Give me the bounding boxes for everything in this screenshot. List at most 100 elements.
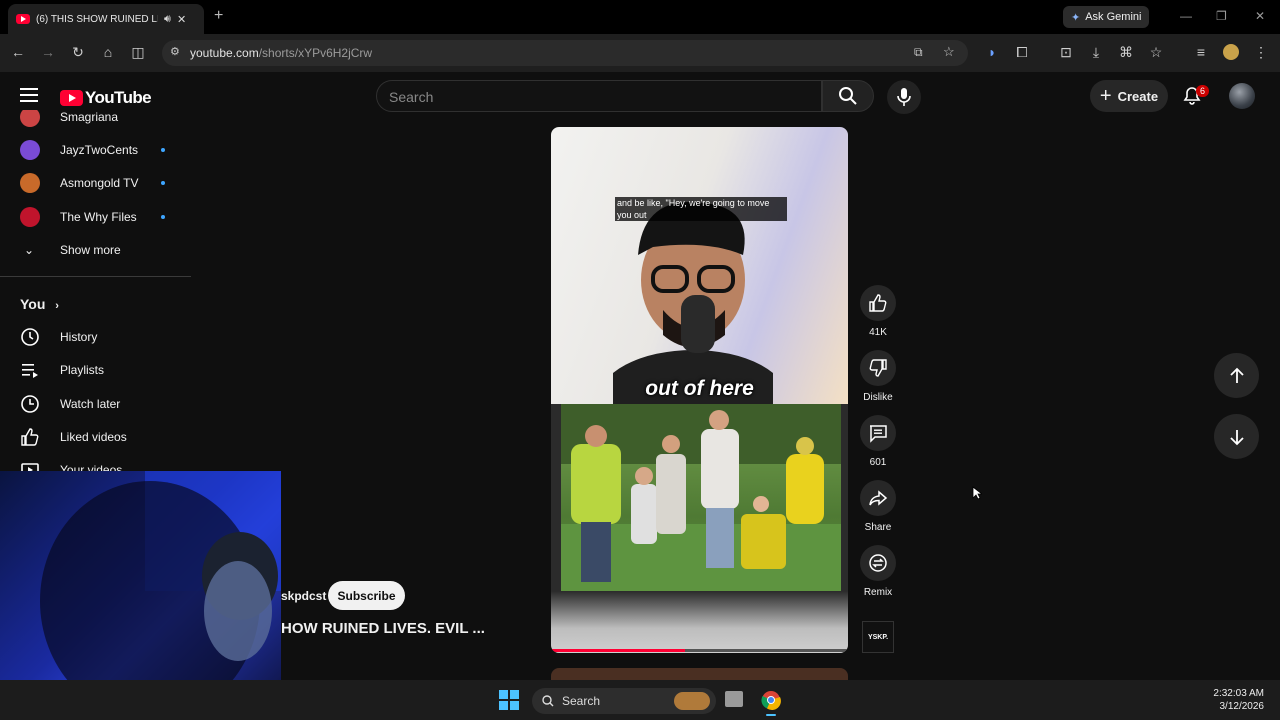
show-more-label: Show more [60,243,121,257]
remix-button[interactable] [860,545,896,581]
show-more-button[interactable]: ⌄ Show more [0,233,191,267]
like-action[interactable]: 41K [860,285,896,338]
clock-date: 3/12/2026 [1219,701,1265,712]
channel-name[interactable]: skpdcst [281,589,326,603]
chevron-right-icon: › [55,300,59,312]
sidebar-item-label: Playlists [60,363,105,377]
minimize-icon[interactable]: — [1180,9,1192,23]
create-button[interactable]: + Create [1090,80,1168,112]
browser-toolbar: ← → ↻ ⌂ ◫ ⚙ youtube.com/shorts/xYPv6H2jC… [0,34,1280,72]
ask-gemini-label: Ask Gemini [1085,11,1142,23]
shorts-video-player[interactable]: and be like, "Hey, we're going to move y… [551,127,848,653]
notification-badge: 6 [1196,85,1210,97]
sidebar-subscription[interactable]: The Why Files [0,200,191,234]
search-button[interactable] [822,80,874,112]
share-arrow-icon [869,490,888,506]
dislike-button[interactable] [860,350,896,386]
close-tab-icon[interactable]: ✕ [177,13,186,26]
browser-menu-icon[interactable]: ⋮ [1251,42,1271,62]
sidebar-subscription[interactable]: Asmongold TV [0,166,191,200]
create-label: Create [1117,88,1159,104]
you-section-header[interactable]: You › [20,296,59,312]
sidebar-item-history[interactable]: History [0,320,191,354]
extensions-puzzle-icon[interactable]: ⧠ [1012,42,1032,62]
browser-tab[interactable]: (6) THIS SHOW RUINED LIV 🔊︎ ✕ [8,4,204,34]
sound-channel-thumbnail[interactable]: YSKP. [862,621,894,653]
sidebar-item-label: History [60,330,98,344]
extension-waves-icon[interactable]: ◗ [982,42,1002,62]
install-app-icon[interactable]: ⧉ [914,45,923,60]
sidebar-item-your-videos[interactable]: Your videos [0,453,191,472]
system-clock[interactable]: 2:32:03 AM 3/12/2026 [1213,687,1264,713]
ask-gemini-button[interactable]: ✦ Ask Gemini [1063,6,1150,28]
profile-avatar-icon[interactable] [1221,42,1241,62]
restore-icon[interactable]: ❐ [1216,9,1227,23]
taskbar-search[interactable]: Search [532,688,716,714]
you-label: You [20,296,46,312]
task-view-icon[interactable] [725,691,743,707]
account-avatar[interactable] [1229,83,1255,109]
search-placeholder: Search [389,89,434,105]
share-button[interactable] [860,480,896,516]
taskbar-search-label: Search [562,694,601,708]
thumbs-up-icon [869,294,887,312]
reload-icon[interactable]: ↻ [68,42,88,62]
comments-action[interactable]: 601 [860,415,896,468]
channel-avatar [20,140,40,160]
sidebar-item-liked-videos[interactable]: Liked videos [0,420,191,454]
favorites-icon[interactable]: ☆ [1146,42,1166,62]
channel-avatar [20,110,40,127]
sidebar-subscription[interactable]: JayzTwoCents [0,133,191,167]
search-input[interactable]: Search [376,80,822,112]
previous-short-button[interactable] [1214,353,1259,398]
youtube-logo[interactable]: YouTube [60,88,152,108]
forward-icon[interactable]: → [38,42,58,62]
windows-start-icon[interactable] [499,690,519,710]
back-icon[interactable]: ← [8,42,28,62]
bookmark-star-icon[interactable]: ☆ [943,44,955,60]
windows-taskbar: Search 2:32:03 AM 3/12/2026 [0,680,1280,720]
sidebar-divider [0,276,191,277]
sidebar-subscription[interactable]: Smagriana [0,110,191,134]
comments-button[interactable] [860,415,896,451]
video-progress-bar[interactable] [551,649,848,652]
sidebar-item-label: Asmongold TV [60,176,139,190]
home-icon[interactable]: ⌂ [98,42,118,62]
youtube-header: YouTube Search + Create 6 [0,72,1280,120]
next-short-button[interactable] [1214,414,1259,459]
chrome-icon[interactable] [761,690,781,710]
sidebar-item-label: Watch later [60,397,121,411]
new-tab-button[interactable]: + [214,7,223,25]
search-icon [542,695,554,707]
translate-icon[interactable]: ⌘ [1116,42,1136,62]
site-info-icon[interactable]: ⚙ [170,45,180,58]
dislike-action[interactable]: Dislike [860,350,896,403]
remix-action[interactable]: Remix [860,545,896,598]
search-icon [839,87,857,105]
speaker-icon[interactable]: 🔊︎ [164,13,171,26]
hamburger-menu-icon[interactable] [20,86,40,104]
address-bar[interactable]: ⚙ youtube.com/shorts/xYPv6H2jCrw ⧉ ☆ [162,40,968,66]
media-control-icon[interactable]: ≡ [1191,42,1211,62]
sidebar-item-watch-later[interactable]: Watch later [0,387,191,421]
sidebar-item-label: Liked videos [60,430,127,444]
voice-search-button[interactable] [887,80,921,114]
share-action[interactable]: Share [860,480,896,533]
clock-icon [20,394,40,414]
download-icon[interactable]: ⤓ [1086,42,1106,62]
next-short-preview[interactable] [551,668,848,680]
like-button[interactable] [860,285,896,321]
sidebar-item-playlists[interactable]: Playlists [0,353,191,387]
thumbs-up-icon [20,427,40,447]
clock-time: 2:32:03 AM [1213,688,1264,699]
subscribe-button[interactable]: Subscribe [328,581,405,610]
caption-small: and be like, "Hey, we're going to move y… [615,197,787,221]
arrow-down-icon [1229,429,1244,445]
lens-icon[interactable]: ⊡ [1056,42,1076,62]
side-panel-icon[interactable]: ◫ [128,42,148,62]
close-window-icon[interactable]: ✕ [1255,9,1265,23]
video-title[interactable]: HOW RUINED LIVES. EVIL ... [281,620,485,637]
chevron-down-icon: ⌄ [24,243,35,257]
mouse-cursor-icon [972,486,982,500]
sidebar: Smagriana JayzTwoCents Asmongold TV The … [0,110,191,472]
